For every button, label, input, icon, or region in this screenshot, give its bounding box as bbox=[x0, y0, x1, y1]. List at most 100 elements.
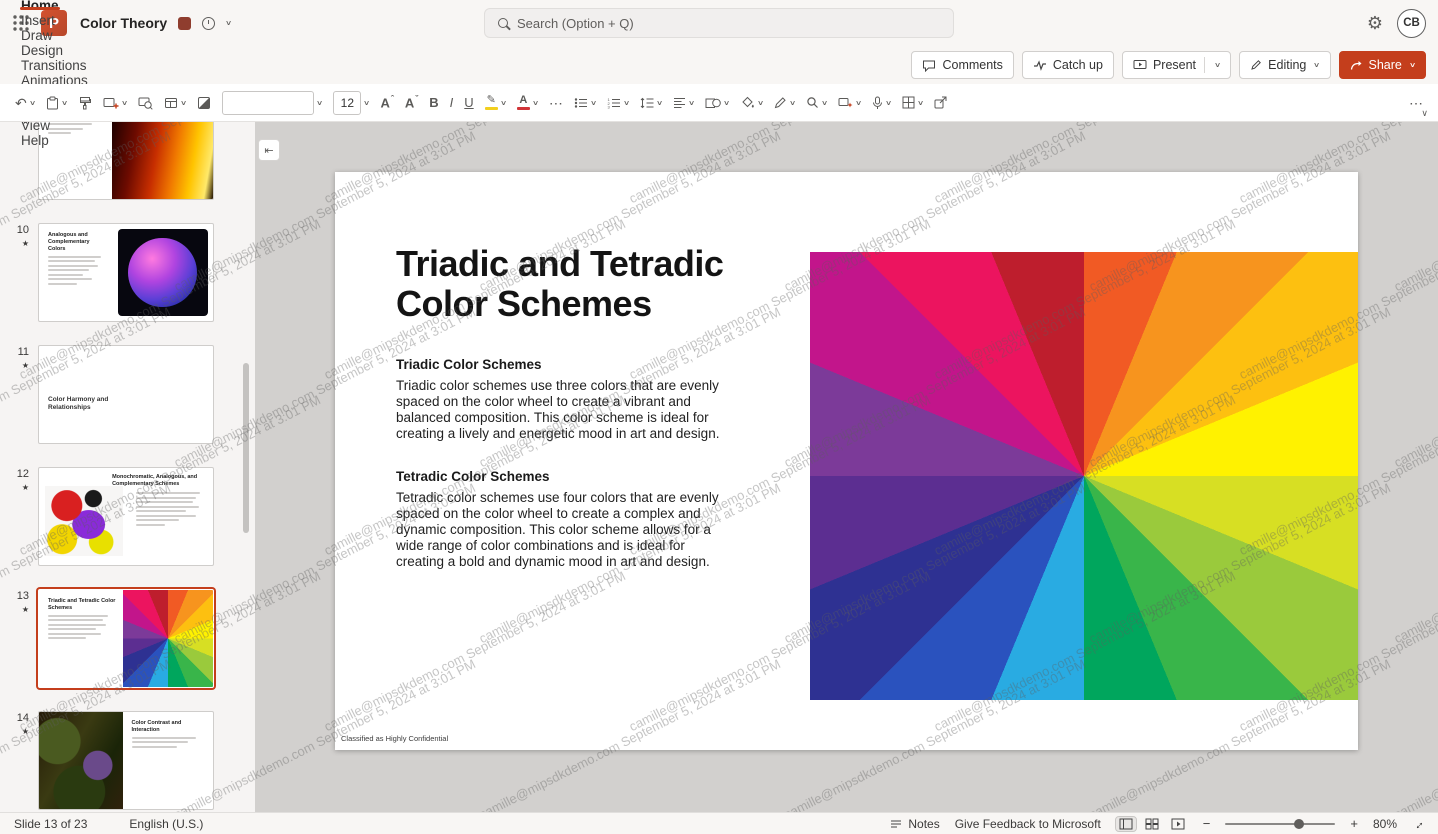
sensitivity-label-icon[interactable] bbox=[178, 17, 191, 30]
present-button[interactable]: Present ∨ bbox=[1122, 51, 1231, 79]
tab-home[interactable]: Home bbox=[8, 0, 72, 13]
share-button[interactable]: Share ∨ bbox=[1339, 51, 1426, 79]
format-painter[interactable] bbox=[73, 89, 97, 117]
slide-thumbnail-11[interactable]: Color Harmony and Relationships bbox=[38, 345, 214, 444]
fit-to-window-icon[interactable]: ↔ bbox=[1409, 814, 1427, 832]
increase-font-size[interactable]: Aˆ bbox=[375, 89, 398, 117]
slide-thumbnail-14[interactable]: Color Contrast and Interaction bbox=[38, 711, 214, 810]
thumbnail-row-10: 10★Analogous and Complementary Colors bbox=[0, 223, 255, 322]
font-size[interactable]: 12∨ bbox=[328, 89, 374, 117]
slide-title-textbox[interactable]: Triadic and Tetradic Color Schemes bbox=[396, 244, 816, 325]
undo-chevron-icon: ∨ bbox=[29, 99, 36, 107]
font-color[interactable]: A∨ bbox=[512, 89, 543, 117]
zoom-out-icon[interactable]: − bbox=[1203, 816, 1211, 831]
catch-up-button[interactable]: Catch up bbox=[1022, 51, 1114, 79]
paste[interactable]: ∨ bbox=[41, 89, 72, 117]
shapes[interactable]: ∨ bbox=[700, 89, 734, 117]
slide-sorter-view-icon[interactable] bbox=[1142, 817, 1162, 831]
normal-view-icon[interactable] bbox=[1116, 817, 1136, 831]
line-spacing[interactable]: ∨ bbox=[635, 89, 667, 117]
decrease-font-size[interactable]: Aˇ bbox=[400, 89, 423, 117]
search-input[interactable] bbox=[517, 16, 940, 31]
present-chevron-icon[interactable]: ∨ bbox=[1214, 61, 1221, 69]
numbering[interactable]: 123∨ bbox=[602, 89, 634, 117]
thumbnail-color-wheel bbox=[123, 590, 213, 687]
shape-fill[interactable]: ∨ bbox=[736, 89, 768, 117]
title-menu-chevron-icon[interactable]: ∨ bbox=[225, 19, 232, 27]
feedback-link[interactable]: Give Feedback to Microsoft bbox=[955, 817, 1101, 831]
new-slide[interactable]: ∨ bbox=[98, 89, 132, 117]
bullets[interactable]: ∨ bbox=[569, 89, 601, 117]
italic[interactable]: I bbox=[445, 89, 459, 117]
text-highlight-color[interactable]: ✎∨ bbox=[480, 89, 511, 117]
ribbon-tab-row: FileHomeInsertDrawDesignTransitionsAnima… bbox=[0, 46, 1438, 84]
reuse-slides[interactable] bbox=[133, 89, 158, 117]
collapse-ribbon-chevron-icon[interactable]: ∨ bbox=[1421, 108, 1428, 119]
slide-thumbnail-12[interactable]: Monochromatic, Analogous, and Complement… bbox=[38, 467, 214, 566]
undo[interactable]: ↶∨ bbox=[10, 89, 40, 117]
shapes-icon bbox=[705, 97, 721, 109]
zoom-slider[interactable] bbox=[1225, 823, 1335, 825]
zoom-slider-thumb[interactable] bbox=[1294, 819, 1304, 829]
notes-button[interactable]: Notes bbox=[890, 817, 939, 831]
slide-body-textbox[interactable]: Triadic Color Schemes Triadic color sche… bbox=[396, 357, 734, 597]
underline[interactable]: U bbox=[459, 89, 478, 117]
dictate-chevron-icon: ∨ bbox=[885, 99, 892, 107]
table-chevron-icon: ∨ bbox=[917, 99, 924, 107]
text-highlight-color-chevron-icon: ∨ bbox=[500, 99, 507, 107]
language-status[interactable]: English (U.S.) bbox=[129, 817, 203, 831]
ribbon-tabs: FileHomeInsertDrawDesignTransitionsAnima… bbox=[8, 0, 102, 148]
tab-transitions[interactable]: Transitions bbox=[8, 58, 100, 73]
comments-button[interactable]: Comments bbox=[911, 51, 1013, 79]
animation-star-icon: ★ bbox=[22, 483, 29, 492]
collapse-pane-icon[interactable]: ⇤ bbox=[258, 139, 280, 161]
tab-insert[interactable]: Insert bbox=[8, 13, 68, 28]
ribbon-actions: Comments Catch up Present ∨ Editing ∨ Sh… bbox=[911, 51, 1426, 79]
shape-outline[interactable]: ∨ bbox=[769, 89, 800, 117]
history-icon[interactable] bbox=[202, 17, 215, 30]
tab-draw[interactable]: Draw bbox=[8, 28, 66, 43]
slide-13[interactable]: Triadic and Tetradic Color Schemes Triad… bbox=[335, 172, 1358, 750]
slideshow-view-icon[interactable] bbox=[1168, 817, 1188, 831]
tab-help[interactable]: Help bbox=[8, 133, 62, 148]
font-color-icon: A bbox=[517, 95, 530, 110]
layout-chevron-icon: ∨ bbox=[180, 99, 187, 107]
slide-thumbnail-10[interactable]: Analogous and Complementary Colors bbox=[38, 223, 214, 322]
table[interactable]: ∨ bbox=[897, 89, 928, 117]
font-name[interactable]: ∨ bbox=[217, 89, 327, 117]
bold[interactable]: B bbox=[424, 89, 443, 117]
dictate-icon bbox=[872, 96, 883, 110]
pop-out-icon bbox=[934, 96, 947, 109]
find-chevron-icon: ∨ bbox=[821, 99, 828, 107]
design-ideas[interactable]: ∨ bbox=[833, 89, 866, 117]
align-text[interactable]: ∨ bbox=[668, 89, 699, 117]
slide-number: 11 bbox=[18, 346, 29, 358]
tetradic-section: Tetradic Color Schemes Tetradic color sc… bbox=[396, 469, 734, 570]
find[interactable]: ∨ bbox=[801, 89, 832, 117]
decrease-font-size-icon: Aˇ bbox=[405, 94, 418, 110]
designer[interactable] bbox=[192, 89, 216, 117]
editing-mode-button[interactable]: Editing ∨ bbox=[1239, 51, 1330, 79]
search-icon bbox=[498, 18, 508, 28]
numbering-chevron-icon: ∨ bbox=[623, 99, 630, 107]
search-bar[interactable] bbox=[484, 8, 954, 38]
tetradic-paragraph: Tetradic color schemes use four colors t… bbox=[396, 490, 734, 570]
thumbnail-scrollbar[interactable] bbox=[243, 363, 249, 533]
layout[interactable]: ∨ bbox=[159, 89, 191, 117]
dictate[interactable]: ∨ bbox=[867, 89, 896, 117]
settings-gear-icon[interactable]: ⚙ bbox=[1367, 13, 1383, 34]
animation-star-icon: ★ bbox=[22, 239, 29, 248]
bullets-icon bbox=[574, 97, 588, 109]
font-name-combobox[interactable] bbox=[222, 91, 314, 115]
font-size-combobox[interactable]: 12 bbox=[333, 91, 361, 115]
zoom-in-icon[interactable]: + bbox=[1350, 816, 1358, 831]
avatar[interactable]: CB bbox=[1397, 9, 1426, 38]
slide-thumbnail-13[interactable]: Triadic and Tetradic Color Schemes bbox=[38, 589, 214, 688]
increase-font-size-icon: Aˆ bbox=[380, 94, 393, 110]
more-font-options[interactable]: ⋯ bbox=[544, 89, 568, 117]
pop-out[interactable] bbox=[929, 89, 952, 117]
color-wheel-image[interactable] bbox=[810, 252, 1358, 700]
new-slide-icon bbox=[103, 96, 119, 110]
tab-design[interactable]: Design bbox=[8, 43, 76, 58]
zoom-level[interactable]: 80% bbox=[1373, 817, 1397, 831]
